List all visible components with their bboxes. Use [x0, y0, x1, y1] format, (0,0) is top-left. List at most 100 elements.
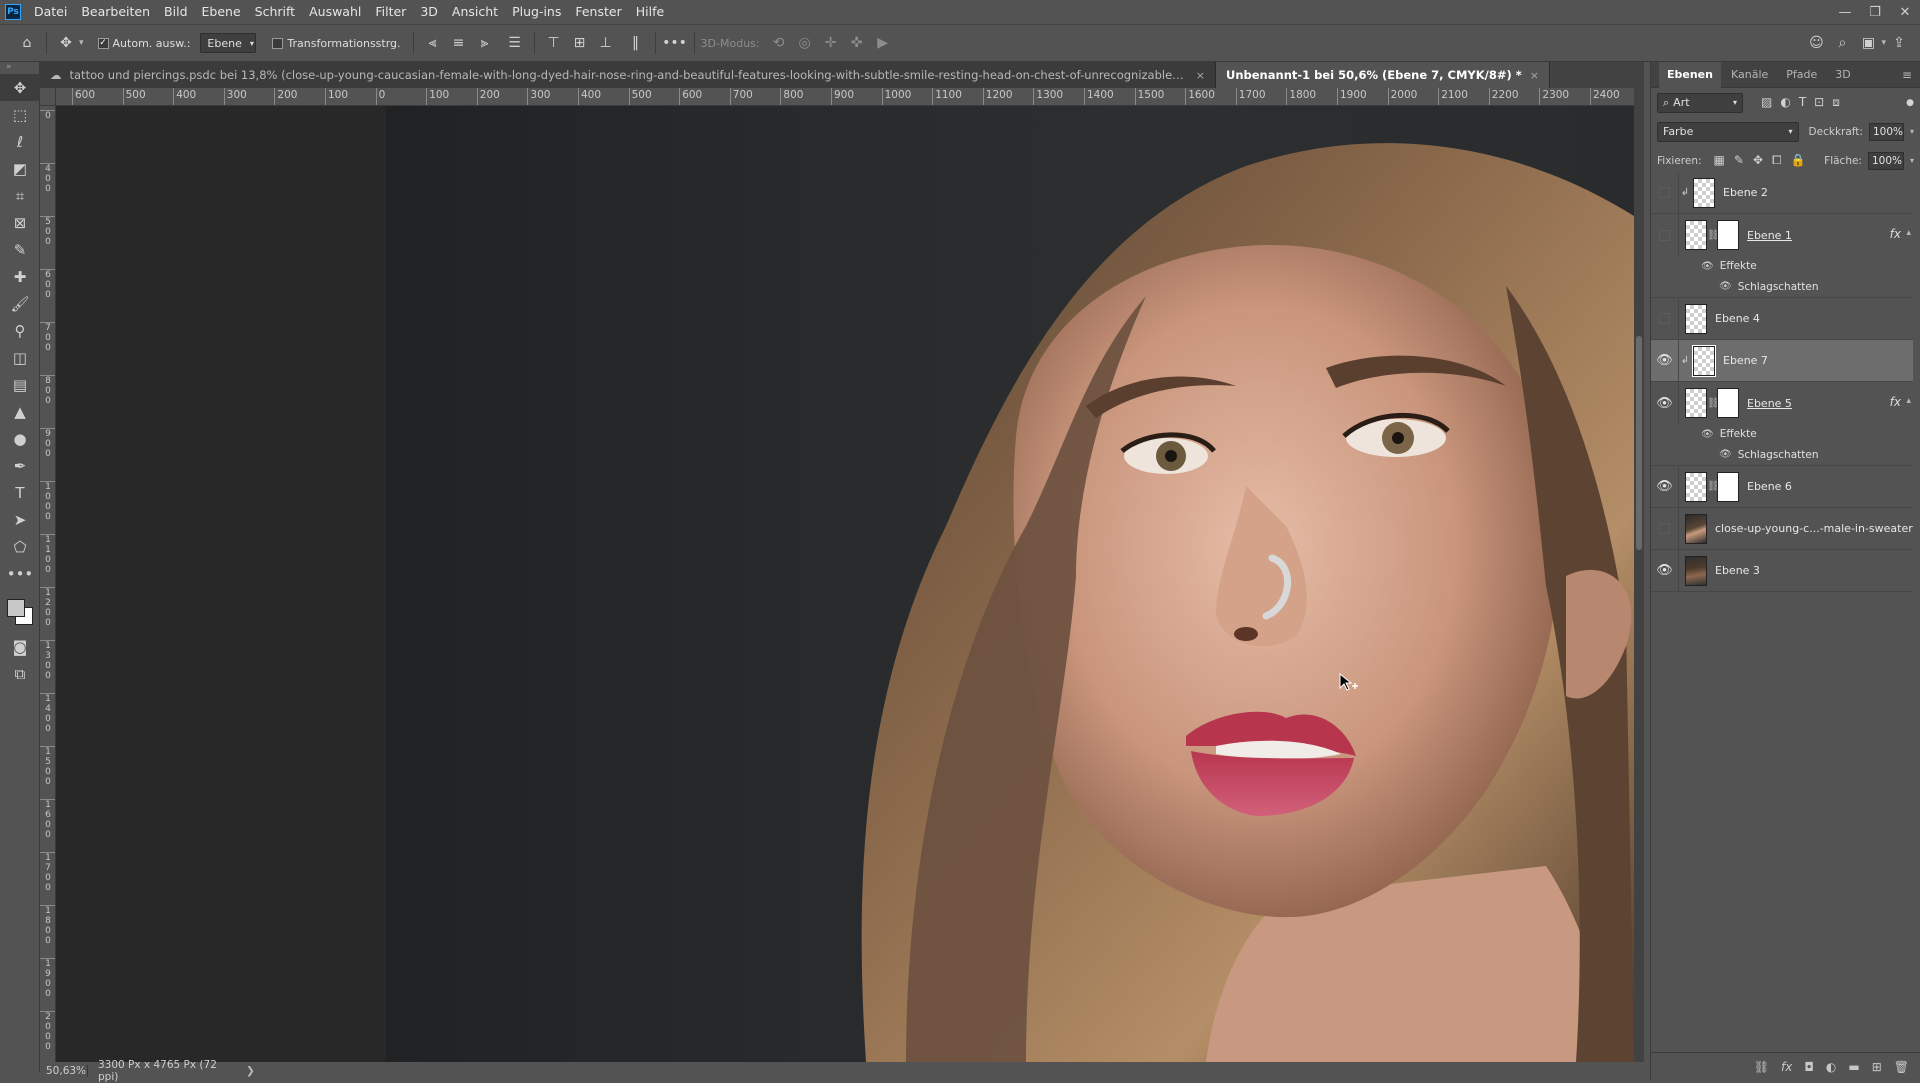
crop-tool-icon[interactable]: ⌗: [0, 182, 40, 209]
new-group-icon[interactable]: ▬: [1848, 1060, 1859, 1074]
layer-thumbnail[interactable]: [1685, 388, 1707, 418]
effects-row[interactable]: 👁 Effekte: [1651, 256, 1913, 276]
layer-row[interactable]: ⛓ Ebene 1 fx ▴: [1651, 214, 1913, 256]
scroll-thumb[interactable]: [1636, 336, 1642, 550]
shape-layer-filter-icon[interactable]: ⊡: [1814, 95, 1824, 110]
layer-name[interactable]: Ebene 2: [1723, 186, 1768, 199]
chevron-down-icon[interactable]: ▾: [1910, 127, 1914, 136]
menu-bearbeiten[interactable]: Bearbeiten: [74, 0, 157, 24]
hidden-eye-icon[interactable]: [1659, 229, 1670, 241]
zoom-level[interactable]: 50,63%: [40, 1065, 88, 1077]
object-selection-tool-icon[interactable]: ◩: [0, 155, 40, 182]
checkbox-checked-icon[interactable]: ✓: [97, 37, 109, 49]
add-mask-icon[interactable]: ◘: [1804, 1060, 1814, 1074]
layer-thumbnail[interactable]: [1685, 555, 1707, 586]
close-tab-icon[interactable]: ×: [1196, 69, 1205, 82]
layer-thumbnail[interactable]: [1685, 471, 1707, 502]
vertical-scrollbar[interactable]: [1634, 88, 1644, 1062]
menu-hilfe[interactable]: Hilfe: [629, 0, 671, 24]
menu-3d[interactable]: 3D: [413, 0, 445, 24]
chevron-down-icon[interactable]: ▾: [79, 38, 84, 48]
vertical-ruler[interactable]: 0 400 500 600 700 800 900 1000 1100 1200 1300 1400 1…: [40, 106, 56, 1062]
fx-icon[interactable]: fx: [1890, 227, 1901, 241]
clone-stamp-tool-icon[interactable]: ⚲: [0, 317, 40, 344]
tab-kanaele[interactable]: Kanäle: [1723, 62, 1776, 88]
align-middle-icon[interactable]: ⊞: [567, 30, 593, 56]
layer-name[interactable]: Ebene 4: [1715, 312, 1760, 325]
filter-toggle-icon[interactable]: ●: [1906, 98, 1914, 108]
eye-icon[interactable]: 👁: [1719, 281, 1732, 292]
visibility-toggle[interactable]: [1651, 507, 1679, 550]
menu-plug-ins[interactable]: Plug-ins: [505, 0, 568, 24]
move-tool-icon[interactable]: ✥: [53, 30, 79, 56]
layer-name[interactable]: Ebene 1: [1747, 229, 1792, 242]
delete-layer-icon[interactable]: 🗑: [1894, 1060, 1909, 1074]
fill-input[interactable]: 100%: [1867, 151, 1904, 170]
layer-name[interactable]: close-up-young-c...-male-in-sweater: [1715, 522, 1913, 535]
search-icon[interactable]: ⌕: [1829, 30, 1855, 56]
restore-button[interactable]: ❐: [1860, 0, 1890, 24]
lasso-tool-icon[interactable]: ℓ: [0, 128, 40, 155]
lock-artboard-icon[interactable]: ⧠: [1772, 153, 1782, 168]
panel-menu-icon[interactable]: ≡: [1902, 68, 1912, 82]
eye-icon[interactable]: 👁: [1656, 563, 1673, 578]
align-right-icon[interactable]: ⫸: [472, 30, 498, 56]
menu-ebene[interactable]: Ebene: [195, 0, 248, 24]
horizontal-ruler[interactable]: 600 500 400 300 200 100 0 100 200 300 400 500 600 700…: [56, 88, 1634, 106]
menu-fenster[interactable]: Fenster: [568, 0, 628, 24]
link-icon[interactable]: ⛓: [1707, 230, 1720, 241]
visibility-toggle[interactable]: [1651, 297, 1679, 340]
filter-kind-dropdown[interactable]: ⌕ Art ▾: [1657, 92, 1743, 113]
layer-thumbnail[interactable]: [1693, 177, 1715, 208]
layer-thumbnail[interactable]: [1685, 220, 1707, 250]
hidden-eye-icon[interactable]: [1659, 313, 1670, 324]
effects-row[interactable]: 👁 Effekte: [1651, 424, 1913, 444]
eye-icon[interactable]: 👁: [1701, 261, 1714, 272]
layer-mask-thumbnail[interactable]: [1717, 388, 1739, 418]
link-icon[interactable]: ⛓: [1707, 481, 1720, 492]
layer-name[interactable]: Ebene 6: [1747, 480, 1792, 493]
visibility-toggle[interactable]: 👁: [1651, 465, 1679, 508]
lock-all-icon[interactable]: 🔒: [1791, 153, 1806, 168]
eye-icon[interactable]: 👁: [1719, 449, 1732, 460]
adjustment-layer-filter-icon[interactable]: ◐: [1780, 95, 1790, 110]
layer-name[interactable]: Ebene 5: [1747, 397, 1792, 410]
hidden-eye-icon[interactable]: [1659, 187, 1670, 198]
fx-icon[interactable]: fx: [1890, 395, 1901, 409]
shape-tool-icon[interactable]: ⬠: [0, 533, 40, 560]
menu-filter[interactable]: Filter: [368, 0, 413, 24]
smart-object-filter-icon[interactable]: ⧈: [1832, 95, 1840, 110]
brush-tool-icon[interactable]: 🖌: [0, 290, 40, 317]
canvas-area[interactable]: [56, 106, 1634, 1062]
screen-mode-icon[interactable]: ⧉: [0, 660, 40, 687]
align-bottom-icon[interactable]: ⊥: [593, 30, 619, 56]
eyedropper-tool-icon[interactable]: ✎: [0, 236, 40, 263]
layer-row-selected[interactable]: 👁 ↲ Ebene 7: [1651, 339, 1913, 382]
opacity-input[interactable]: 100%: [1868, 122, 1904, 141]
layer-thumbnail[interactable]: [1685, 513, 1707, 544]
distribute-horizontal-icon[interactable]: ☰: [502, 30, 528, 56]
menu-datei[interactable]: Datei: [27, 0, 74, 24]
tab-ebenen[interactable]: Ebenen: [1659, 61, 1721, 88]
close-tab-icon[interactable]: ×: [1530, 69, 1539, 82]
eye-icon[interactable]: 👁: [1656, 353, 1673, 368]
frame-tool-icon[interactable]: ⊠: [0, 209, 40, 236]
visibility-toggle[interactable]: [1651, 214, 1679, 256]
eye-icon[interactable]: 👁: [1656, 396, 1673, 411]
pen-tool-icon[interactable]: ✒: [0, 452, 40, 479]
chevron-up-icon[interactable]: ▴: [1906, 396, 1911, 406]
eraser-tool-icon[interactable]: ◫: [0, 344, 40, 371]
visibility-toggle[interactable]: [1651, 171, 1679, 214]
layer-row[interactable]: close-up-young-c...-male-in-sweater: [1651, 507, 1913, 550]
share-icon[interactable]: ⇪: [1886, 30, 1912, 56]
menu-bild[interactable]: Bild: [157, 0, 194, 24]
visibility-toggle[interactable]: 👁: [1651, 549, 1679, 592]
layer-row[interactable]: Ebene 4: [1651, 297, 1913, 340]
ruler-corner[interactable]: [40, 88, 56, 106]
home-icon[interactable]: ⌂: [14, 30, 40, 56]
layer-name[interactable]: Ebene 7: [1723, 354, 1768, 367]
lock-transparency-icon[interactable]: ▦: [1714, 153, 1725, 168]
auto-select-target-dropdown[interactable]: Ebene ▾: [200, 33, 257, 53]
layer-row[interactable]: 👁 ⛓ Ebene 6: [1651, 465, 1913, 508]
eye-icon[interactable]: 👁: [1656, 479, 1673, 494]
